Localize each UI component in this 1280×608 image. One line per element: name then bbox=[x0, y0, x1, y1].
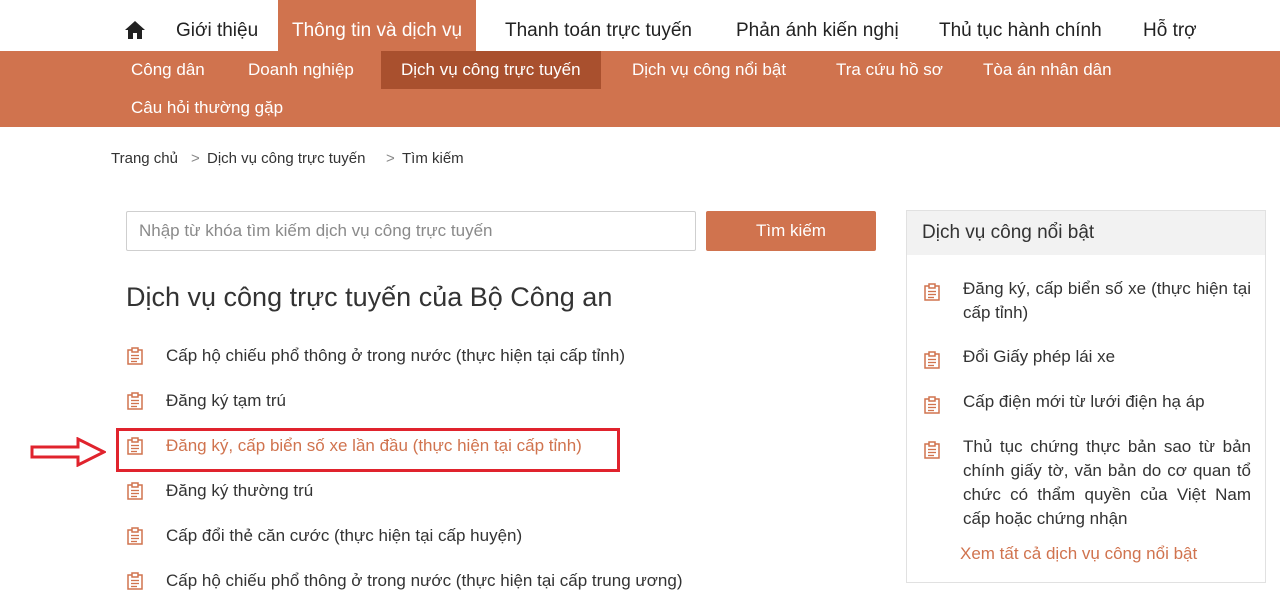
nav-gioi-thieu[interactable]: Giới thiệu bbox=[176, 0, 258, 51]
clipboard-icon bbox=[127, 392, 143, 410]
top-navigation: Giới thiệu Thông tin và dịch vụ Thanh to… bbox=[0, 0, 1280, 51]
subnav-tra-cuu-ho-so[interactable]: Tra cứu hồ sơ bbox=[836, 51, 943, 89]
sub-navigation: Công dân Doanh nghiệp Dịch vụ công trực … bbox=[0, 51, 1280, 127]
clipboard-icon bbox=[127, 527, 143, 545]
search-button[interactable]: Tìm kiếm bbox=[706, 211, 876, 251]
featured-service-link[interactable]: Đăng ký, cấp biển số xe (thực hiện tại c… bbox=[963, 277, 1251, 325]
featured-services-panel: Dịch vụ công nổi bật Đăng ký, cấp biển s… bbox=[906, 210, 1266, 583]
clipboard-icon bbox=[924, 283, 940, 301]
arrow-right-icon bbox=[30, 437, 106, 467]
breadcrumb-separator: > bbox=[191, 150, 200, 167]
nav-thu-tuc-hanh-chinh[interactable]: Thủ tục hành chính bbox=[939, 0, 1102, 51]
highlight-box bbox=[116, 428, 620, 472]
panel-header: Dịch vụ công nổi bật bbox=[907, 211, 1265, 255]
panel-title: Dịch vụ công nổi bật bbox=[922, 222, 1095, 243]
breadcrumb-current: Tìm kiếm bbox=[402, 150, 464, 167]
breadcrumb-separator: > bbox=[386, 150, 395, 167]
page-title: Dịch vụ công trực tuyến của Bộ Công an bbox=[126, 282, 613, 312]
search-input[interactable] bbox=[126, 211, 696, 251]
featured-service-link[interactable]: Cấp điện mới từ lưới điện hạ áp bbox=[963, 390, 1251, 414]
nav-thong-tin-dich-vu[interactable]: Thông tin và dịch vụ bbox=[278, 0, 477, 51]
clipboard-icon bbox=[127, 482, 143, 500]
nav-thanh-toan-truc-tuyen[interactable]: Thanh toán trực tuyến bbox=[505, 0, 692, 51]
subnav-doanh-nghiep[interactable]: Doanh nghiệp bbox=[248, 51, 354, 89]
service-link[interactable]: Đăng ký tạm trú bbox=[166, 386, 286, 416]
subnav-cau-hoi-thuong-gap[interactable]: Câu hỏi thường gặp bbox=[131, 89, 283, 127]
clipboard-icon bbox=[127, 572, 143, 590]
clipboard-icon bbox=[924, 441, 940, 459]
clipboard-icon bbox=[924, 396, 940, 414]
home-icon[interactable] bbox=[124, 19, 146, 41]
service-link[interactable]: Cấp hộ chiếu phổ thông ở trong nước (thự… bbox=[166, 566, 683, 596]
featured-service-link[interactable]: Đổi Giấy phép lái xe bbox=[963, 345, 1251, 369]
nav-ho-tro[interactable]: Hỗ trợ bbox=[1143, 0, 1197, 51]
clipboard-icon bbox=[924, 351, 940, 369]
subnav-dich-vu-cong-truc-tuyen[interactable]: Dịch vụ công trực tuyến bbox=[381, 51, 601, 89]
service-link[interactable]: Cấp đổi thẻ căn cước (thực hiện tại cấp … bbox=[166, 521, 522, 551]
subnav-toa-an-nhan-dan[interactable]: Tòa án nhân dân bbox=[983, 51, 1112, 89]
clipboard-icon bbox=[127, 347, 143, 365]
featured-service-link[interactable]: Thủ tục chứng thực bản sao từ bản chính … bbox=[963, 435, 1251, 531]
subnav-dich-vu-cong-noi-bat[interactable]: Dịch vụ công nổi bật bbox=[632, 51, 786, 89]
view-all-featured-link[interactable]: Xem tất cả dịch vụ công nổi bật bbox=[960, 544, 1197, 564]
breadcrumb-dich-vu-cong[interactable]: Dịch vụ công trực tuyến bbox=[207, 150, 365, 167]
service-link[interactable]: Cấp hộ chiếu phổ thông ở trong nước (thự… bbox=[166, 341, 625, 371]
service-link[interactable]: Đăng ký thường trú bbox=[166, 476, 313, 506]
breadcrumb-home[interactable]: Trang chủ bbox=[111, 150, 178, 167]
nav-phan-anh-kien-nghi[interactable]: Phản ánh kiến nghị bbox=[736, 0, 899, 51]
subnav-cong-dan[interactable]: Công dân bbox=[131, 51, 205, 89]
